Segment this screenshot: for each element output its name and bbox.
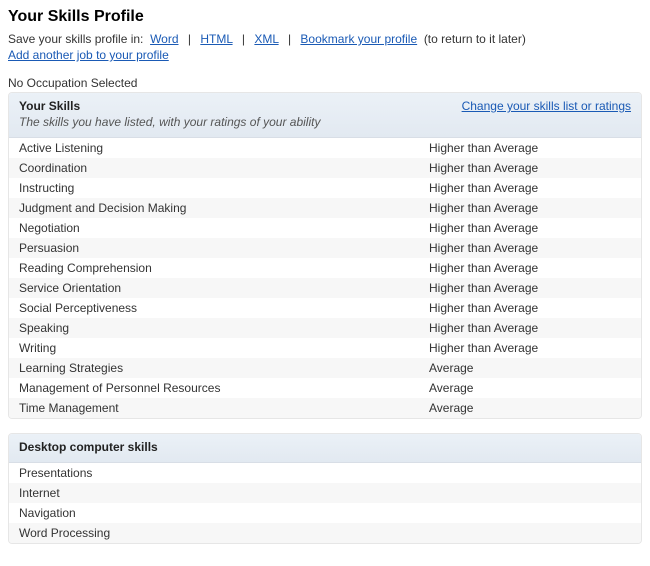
desktop-skills-panel: Desktop computer skills Presentations Int… bbox=[8, 433, 642, 544]
desktop-skill-row: Navigation bbox=[9, 503, 641, 523]
desktop-skill-name: Word Processing bbox=[19, 525, 429, 541]
skill-rating: Higher than Average bbox=[429, 260, 631, 276]
skill-name: Instructing bbox=[19, 180, 429, 196]
skill-name: Writing bbox=[19, 340, 429, 356]
skill-rating: Higher than Average bbox=[429, 300, 631, 316]
skill-row: Active ListeningHigher than Average bbox=[9, 138, 641, 158]
skill-rating: Average bbox=[429, 400, 631, 416]
skill-name: Social Perceptiveness bbox=[19, 300, 429, 316]
skill-row: Learning StrategiesAverage bbox=[9, 358, 641, 378]
skill-rating: Higher than Average bbox=[429, 220, 631, 236]
skill-name: Learning Strategies bbox=[19, 360, 429, 376]
desktop-skill-row: Presentations bbox=[9, 463, 641, 483]
skill-rating: Higher than Average bbox=[429, 240, 631, 256]
skill-rating: Higher than Average bbox=[429, 180, 631, 196]
skill-row: Service OrientationHigher than Average bbox=[9, 278, 641, 298]
bookmark-profile-link[interactable]: Bookmark your profile bbox=[300, 32, 417, 46]
separator: | bbox=[242, 32, 245, 46]
your-skills-subtitle: The skills you have listed, with your ra… bbox=[19, 115, 631, 129]
skill-row: Reading ComprehensionHigher than Average bbox=[9, 258, 641, 278]
skill-row: NegotiationHigher than Average bbox=[9, 218, 641, 238]
add-job-link[interactable]: Add another job to your profile bbox=[8, 48, 169, 62]
desktop-skill-row: Word Processing bbox=[9, 523, 641, 543]
save-html-link[interactable]: HTML bbox=[200, 32, 232, 46]
save-xml-link[interactable]: XML bbox=[254, 32, 278, 46]
save-suffix: (to return to it later) bbox=[424, 32, 526, 46]
desktop-skills-rows: Presentations Internet Navigation Word Proc… bbox=[9, 463, 641, 543]
skill-row: Social PerceptivenessHigher than Average bbox=[9, 298, 641, 318]
no-occupation-text: No Occupation Selected bbox=[8, 76, 642, 90]
skill-rating: Higher than Average bbox=[429, 200, 631, 216]
your-skills-panel: Your Skills The skills you have listed, … bbox=[8, 92, 642, 419]
skill-name: Negotiation bbox=[19, 220, 429, 236]
skill-name: Speaking bbox=[19, 320, 429, 336]
skill-rating: Higher than Average bbox=[429, 140, 631, 156]
skill-rating: Higher than Average bbox=[429, 340, 631, 356]
skill-rating: Higher than Average bbox=[429, 320, 631, 336]
separator: | bbox=[288, 32, 291, 46]
separator: | bbox=[188, 32, 191, 46]
skill-row: InstructingHigher than Average bbox=[9, 178, 641, 198]
skill-name: Coordination bbox=[19, 160, 429, 176]
desktop-skills-title: Desktop computer skills bbox=[19, 440, 631, 454]
skill-row: CoordinationHigher than Average bbox=[9, 158, 641, 178]
skill-rating: Average bbox=[429, 360, 631, 376]
skill-rating: Average bbox=[429, 380, 631, 396]
skill-name: Management of Personnel Resources bbox=[19, 380, 429, 396]
skill-rating: Higher than Average bbox=[429, 160, 631, 176]
skill-name: Persuasion bbox=[19, 240, 429, 256]
change-skills-link[interactable]: Change your skills list or ratings bbox=[462, 99, 631, 113]
skill-row: PersuasionHigher than Average bbox=[9, 238, 641, 258]
save-word-link[interactable]: Word bbox=[150, 32, 178, 46]
skill-rating: Higher than Average bbox=[429, 280, 631, 296]
your-skills-rows: Active ListeningHigher than AverageCoord… bbox=[9, 138, 641, 418]
save-text: Save your skills profile in: bbox=[8, 32, 143, 46]
skill-row: Time ManagementAverage bbox=[9, 398, 641, 418]
desktop-skill-name: Navigation bbox=[19, 505, 429, 521]
skill-name: Reading Comprehension bbox=[19, 260, 429, 276]
add-job-line: Add another job to your profile bbox=[8, 48, 642, 62]
your-skills-header: Your Skills The skills you have listed, … bbox=[9, 93, 641, 138]
desktop-skill-name: Presentations bbox=[19, 465, 429, 481]
desktop-skills-header: Desktop computer skills bbox=[9, 434, 641, 463]
skill-name: Judgment and Decision Making bbox=[19, 200, 429, 216]
desktop-skill-row: Internet bbox=[9, 483, 641, 503]
page-title: Your Skills Profile bbox=[8, 8, 642, 26]
skill-row: WritingHigher than Average bbox=[9, 338, 641, 358]
desktop-skill-name: Internet bbox=[19, 485, 429, 501]
skill-row: Judgment and Decision MakingHigher than … bbox=[9, 198, 641, 218]
skill-name: Active Listening bbox=[19, 140, 429, 156]
skill-name: Time Management bbox=[19, 400, 429, 416]
skill-row: SpeakingHigher than Average bbox=[9, 318, 641, 338]
save-line: Save your skills profile in: Word | HTML… bbox=[8, 32, 642, 46]
skill-row: Management of Personnel ResourcesAverage bbox=[9, 378, 641, 398]
skill-name: Service Orientation bbox=[19, 280, 429, 296]
